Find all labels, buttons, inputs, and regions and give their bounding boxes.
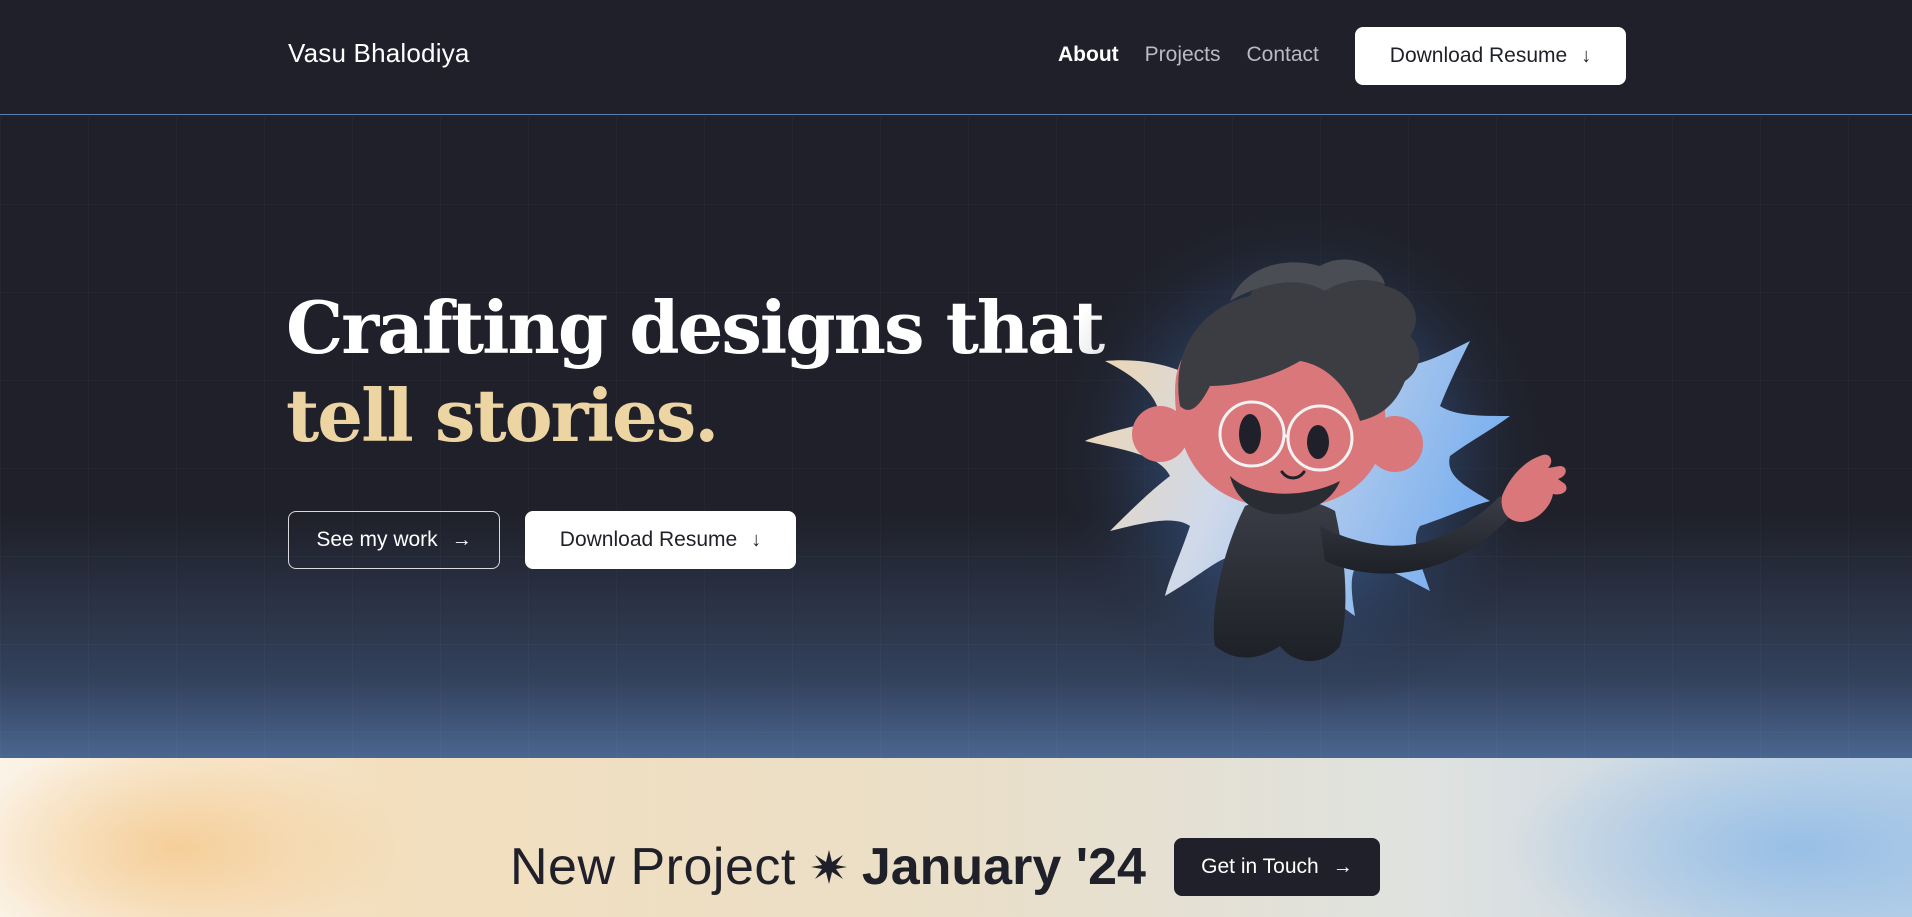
brand-name[interactable]: Vasu Bhalodiya: [288, 38, 470, 69]
arrow-right-icon: →: [451, 529, 472, 551]
hero-download-resume-label: Download Resume: [559, 528, 738, 551]
hero-headline: Crafting designs that tell stories.: [286, 284, 1105, 460]
hero-section: Crafting designs that tell stories. See …: [0, 116, 1912, 758]
nav-link-contact[interactable]: Contact: [1247, 43, 1319, 67]
nav-download-resume-label: Download Resume: [1389, 44, 1568, 67]
page: Vasu Bhalodiya About Projects Contact Do…: [0, 0, 1912, 917]
nav-links: About Projects Contact: [1058, 43, 1319, 67]
get-in-touch-label: Get in Touch: [1201, 855, 1319, 878]
nav-download-resume-button[interactable]: Download Resume ↓: [1355, 27, 1626, 85]
banner-text: New Project: [510, 838, 796, 896]
arrow-down-icon: ↓: [751, 529, 762, 551]
star-burst-icon: [810, 848, 848, 886]
hero-actions: See my work → Download Resume ↓: [288, 511, 796, 569]
arrow-right-icon: →: [1332, 856, 1353, 878]
headline-line-2: tell stories.: [286, 373, 719, 458]
nav-link-about[interactable]: About: [1058, 43, 1119, 67]
arrow-down-icon: ↓: [1581, 45, 1592, 67]
avatar-illustration: [1050, 196, 1567, 716]
see-my-work-button[interactable]: See my work →: [288, 511, 500, 569]
banner-content: New Project January '24 Get in Touch →: [510, 838, 1380, 896]
nav-link-projects[interactable]: Projects: [1145, 43, 1221, 67]
get-in-touch-button[interactable]: Get in Touch →: [1173, 838, 1380, 896]
banner-highlight: January '24: [861, 838, 1146, 896]
top-nav: Vasu Bhalodiya About Projects Contact Do…: [0, 0, 1912, 115]
hero-download-resume-button[interactable]: Download Resume ↓: [525, 511, 796, 569]
see-my-work-label: See my work: [316, 528, 438, 551]
headline-line-1: Crafting designs that: [286, 285, 1105, 370]
announcement-banner: New Project January '24 Get in Touch →: [0, 758, 1912, 917]
